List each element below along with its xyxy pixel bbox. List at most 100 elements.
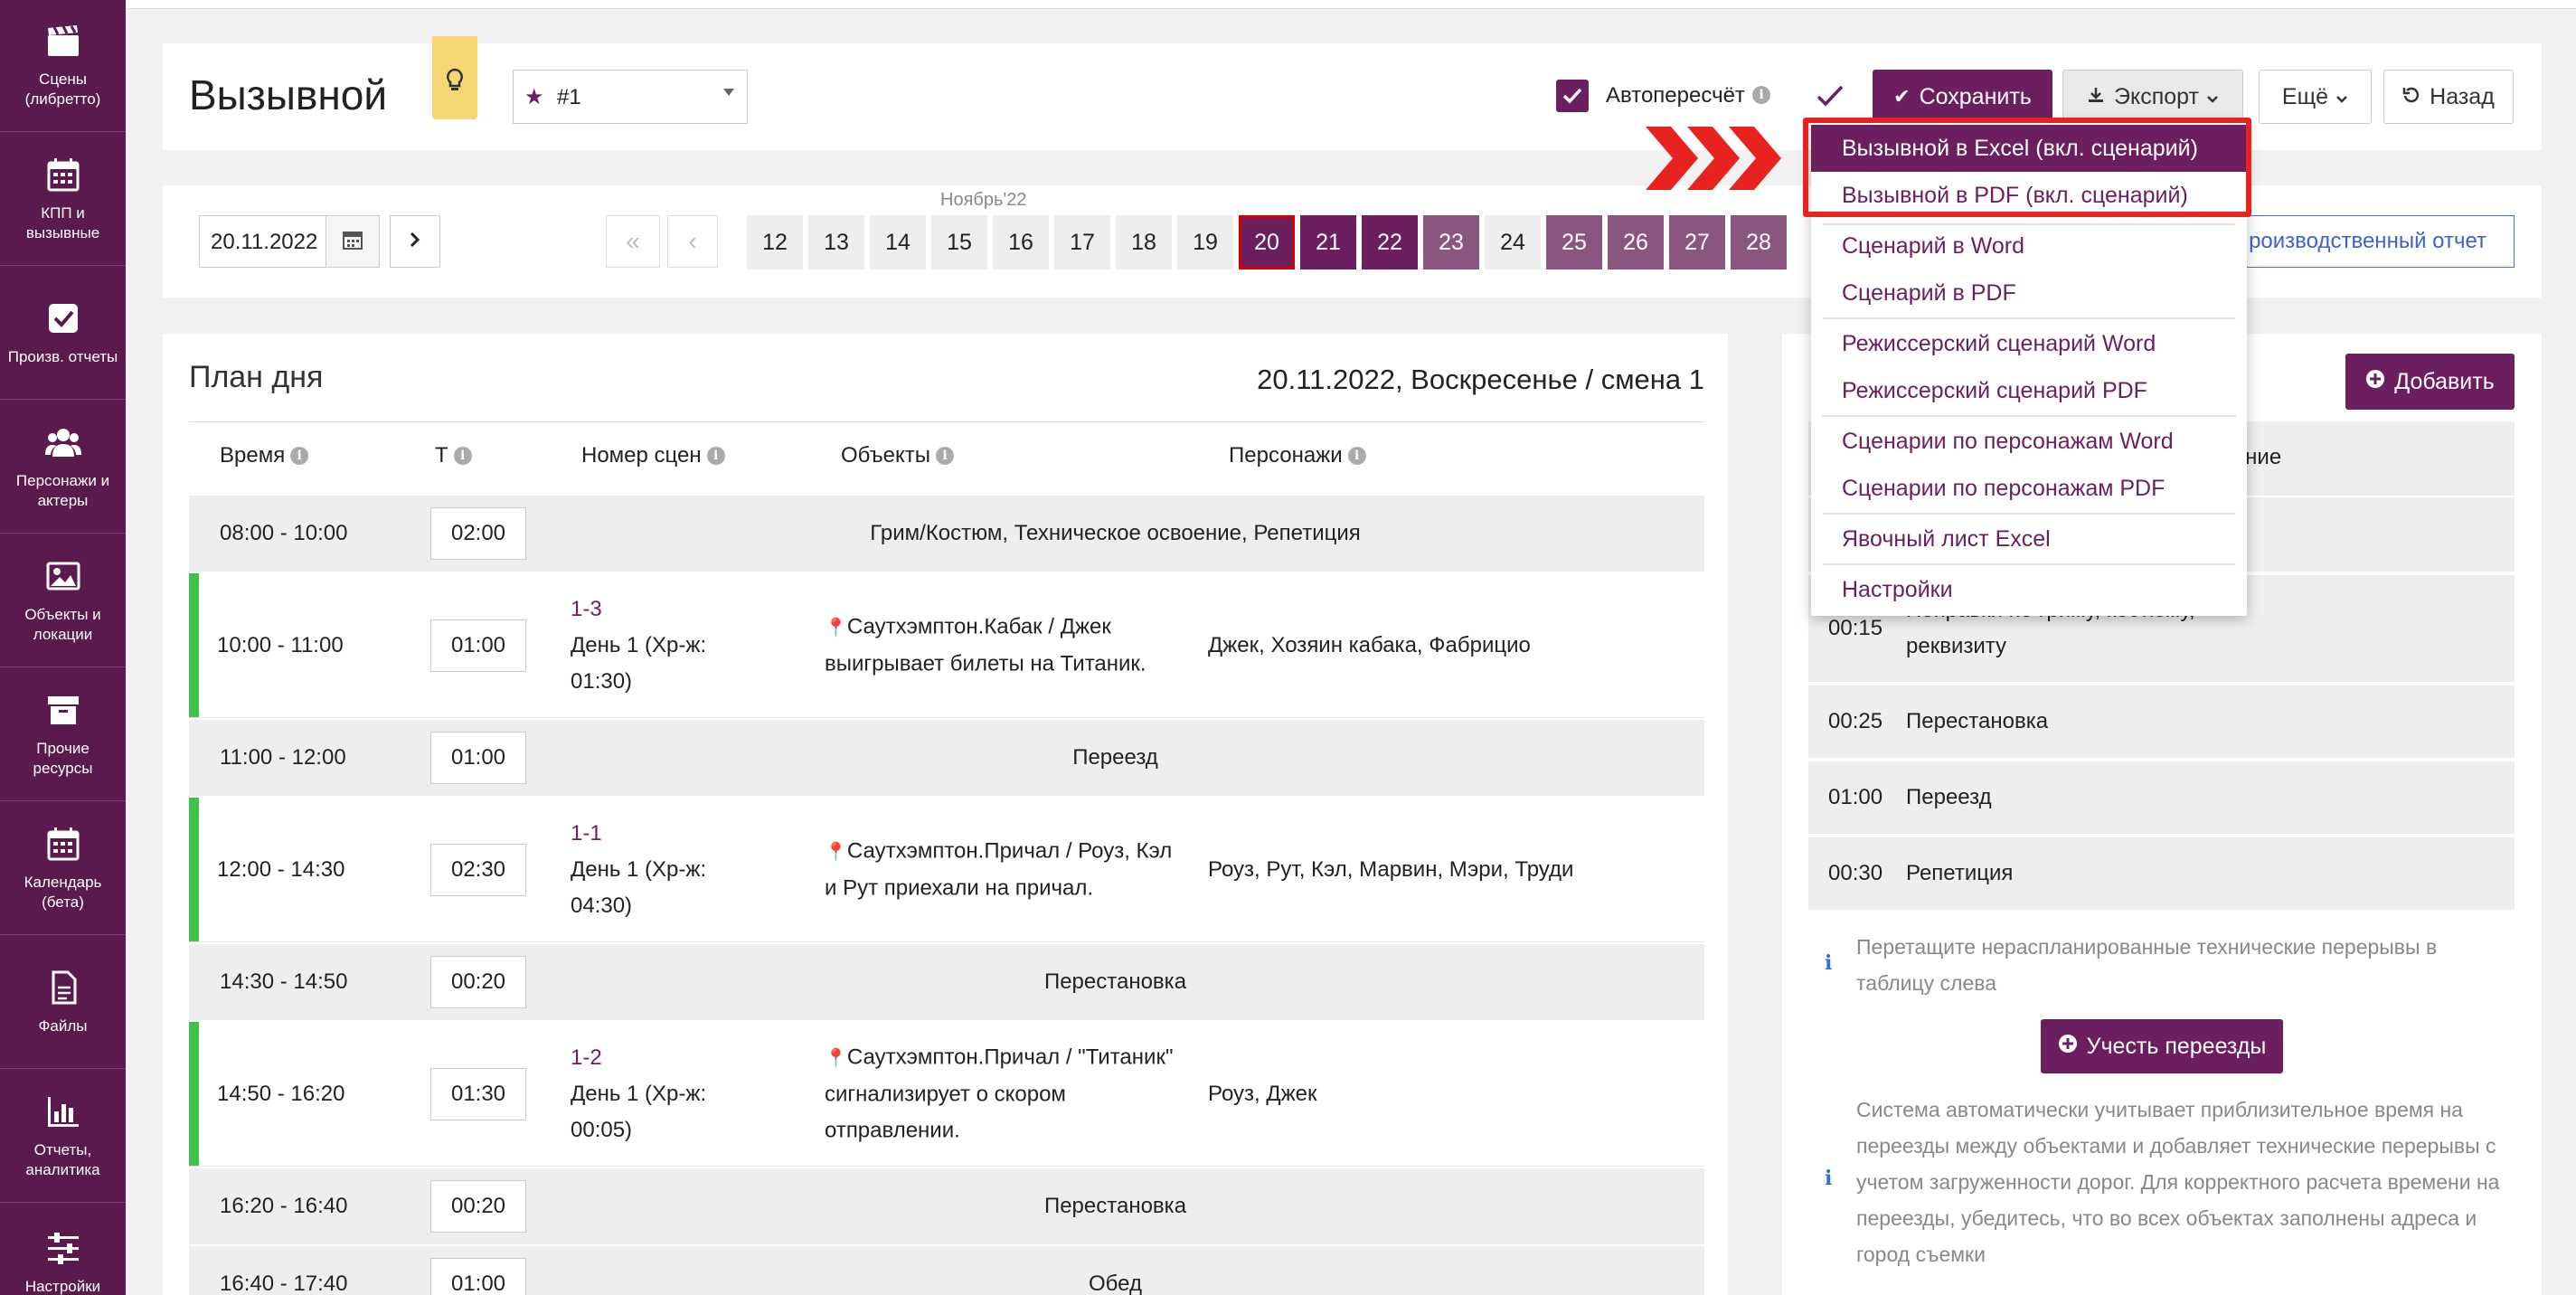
menu-item-director-script-word[interactable]: Режиссерский сценарий Word — [1811, 320, 2247, 367]
duration-input[interactable]: 01:00 — [430, 619, 526, 672]
autorecalc-checkbox[interactable] — [1556, 80, 1589, 112]
break-label: Перестановка — [1043, 969, 1187, 994]
menu-item-script-word[interactable]: Сценарий в Word — [1811, 222, 2247, 269]
table-row[interactable]: 16:20 - 16:40 00:20 Перестановка — [189, 1168, 1704, 1244]
day-button[interactable]: 17 — [1054, 215, 1110, 269]
scene-day: День 1 (Хр-ж: — [571, 632, 707, 657]
hint-auto-transfers: Система автоматически учитывает приблизи… — [1856, 1098, 2500, 1266]
plan-title: План дня — [189, 360, 324, 394]
back-button[interactable]: Назад — [2383, 70, 2514, 124]
day-button[interactable]: 27 — [1669, 215, 1725, 269]
menu-divider — [1822, 513, 2236, 515]
day-button[interactable]: 12 — [747, 215, 803, 269]
menu-item-character-scripts-word[interactable]: Сценарии по персонажам Word — [1811, 418, 2247, 465]
day-button[interactable]: 19 — [1177, 215, 1233, 269]
day-button-selected[interactable]: 20 — [1239, 215, 1295, 269]
sidebar-item-label: Объекты и локации — [24, 605, 101, 643]
prev-page-button[interactable]: ‹ — [667, 215, 718, 268]
menu-item-attendance-excel[interactable]: Явочный лист Excel — [1811, 515, 2247, 562]
scheduled-indicator — [189, 798, 199, 941]
back-label: Назад — [2430, 83, 2495, 109]
sliders-icon — [45, 1230, 81, 1266]
calendar-icon — [342, 229, 363, 255]
break-time: 00:15 — [1828, 616, 1883, 640]
duration-input[interactable]: 00:20 — [430, 1180, 526, 1233]
break-row[interactable]: 00:30 Репетиция — [1808, 837, 2515, 912]
duration-input[interactable]: 02:30 — [430, 843, 526, 896]
add-button[interactable]: Добавить — [2345, 354, 2515, 410]
sidebar-item-objects[interactable]: Объекты и локации — [0, 535, 126, 667]
duration-input[interactable]: 01:00 — [430, 1258, 526, 1295]
menu-item-settings[interactable]: Настройки — [1811, 566, 2247, 613]
sidebar-item-scenes[interactable]: Сцены (либретто) — [0, 0, 126, 132]
calendar-picker-button[interactable] — [326, 215, 380, 268]
autorecalc-label: Автопересчёт — [1606, 83, 1745, 108]
account-transfers-button[interactable]: Учесть переезды — [2041, 1019, 2283, 1073]
day-button[interactable]: 22 — [1362, 215, 1418, 269]
break-row[interactable]: 00:25 Перестановка — [1808, 685, 2515, 760]
sidebar-item-files[interactable]: Файлы — [0, 937, 126, 1069]
day-button[interactable]: 25 — [1546, 215, 1602, 269]
scene-link[interactable]: 1-3 — [571, 591, 788, 628]
row-time: 14:50 - 16:20 — [217, 1081, 345, 1106]
page-title: Вызывной — [189, 71, 388, 118]
scene-cell: 1-1 День 1 (Хр-ж: 04:30) — [571, 816, 788, 924]
more-button[interactable]: Ещё — [2259, 70, 2372, 124]
break-time: 00:30 — [1828, 861, 1883, 885]
first-page-button[interactable]: « — [606, 215, 660, 268]
scene-duration: 01:30) — [571, 668, 633, 694]
sidebar-item-resources[interactable]: Прочие ресурсы — [0, 669, 126, 801]
table-row[interactable]: 10:00 - 11:00 01:00 1-3 День 1 (Хр-ж: 01… — [189, 573, 1704, 718]
duration-input[interactable]: 02:00 — [430, 507, 526, 560]
production-report-button[interactable]: роизводственный отчет — [2206, 215, 2515, 268]
export-button[interactable]: Экспорт — [2062, 70, 2243, 124]
sidebar-item-callsheets[interactable]: КПП и вызывные — [0, 134, 126, 266]
day-button[interactable]: 26 — [1608, 215, 1664, 269]
day-button[interactable]: 24 — [1485, 215, 1541, 269]
table-row[interactable]: 14:30 - 14:50 00:20 Перестановка — [189, 944, 1704, 1020]
chevron-down-icon — [2206, 84, 2219, 110]
sidebar-item-settings[interactable]: Настройки — [0, 1205, 126, 1295]
menu-item-character-scripts-pdf[interactable]: Сценарии по персонажам PDF — [1811, 465, 2247, 512]
table-row[interactable]: 14:50 - 16:20 01:30 1-2 День 1 (Хр-ж: 00… — [189, 1022, 1704, 1167]
table-row[interactable]: 11:00 - 12:00 01:00 Переезд — [189, 720, 1704, 796]
duration-input[interactable]: 01:00 — [430, 732, 526, 784]
row-time: 12:00 - 14:30 — [217, 856, 345, 882]
more-label: Ещё — [2281, 83, 2329, 109]
sidebar-item-analytics[interactable]: Отчеты, аналитика — [0, 1071, 126, 1203]
version-select[interactable]: ★ #1 — [513, 70, 748, 124]
table-row[interactable]: 08:00 - 10:00 02:00 Грим/Костюм, Техниче… — [189, 496, 1704, 572]
day-button[interactable]: 28 — [1731, 215, 1787, 269]
day-button[interactable]: 13 — [808, 215, 864, 269]
file-icon — [45, 969, 81, 1006]
plan-title-divider — [189, 421, 1704, 422]
day-button[interactable]: 23 — [1423, 215, 1479, 269]
day-button[interactable]: 16 — [993, 215, 1049, 269]
day-button[interactable]: 18 — [1116, 215, 1172, 269]
save-button[interactable]: ✔ Сохранить — [1873, 70, 2052, 124]
day-button[interactable]: 21 — [1300, 215, 1356, 269]
save-label: Сохранить — [1919, 83, 2032, 109]
column-header-objects: Объекты i — [841, 443, 954, 468]
break-row[interactable]: 01:00 Переезд — [1808, 761, 2515, 836]
table-row[interactable]: 12:00 - 14:30 02:30 1-1 День 1 (Хр-ж: 04… — [189, 798, 1704, 942]
check-icon[interactable] — [1816, 83, 1845, 113]
day-button[interactable]: 15 — [931, 215, 987, 269]
break-time: 00:25 — [1828, 709, 1883, 733]
next-date-button[interactable] — [390, 215, 440, 268]
duration-input[interactable]: 01:30 — [430, 1067, 526, 1120]
day-button[interactable]: 14 — [870, 215, 926, 269]
sidebar-item-reports[interactable]: Произв. отчеты — [0, 268, 126, 400]
scene-link[interactable]: 1-2 — [571, 1040, 788, 1076]
sidebar-item-characters[interactable]: Персонажи и актеры — [0, 402, 126, 534]
sidebar-item-calendar[interactable]: Календарь (бета) — [0, 803, 126, 935]
menu-item-script-pdf[interactable]: Сценарий в PDF — [1811, 269, 2247, 317]
menu-item-director-script-pdf[interactable]: Режиссерский сценарий PDF — [1811, 367, 2247, 414]
tip-badge[interactable] — [432, 36, 477, 119]
duration-input[interactable]: 00:20 — [430, 956, 526, 1008]
version-value: #1 — [557, 85, 581, 109]
table-row[interactable]: 16:40 - 17:40 01:00 Обед — [189, 1246, 1704, 1295]
row-time: 11:00 - 12:00 — [220, 745, 346, 770]
scene-link[interactable]: 1-1 — [571, 816, 788, 852]
characters-cell: Роуз, Джек — [1208, 1081, 1317, 1106]
